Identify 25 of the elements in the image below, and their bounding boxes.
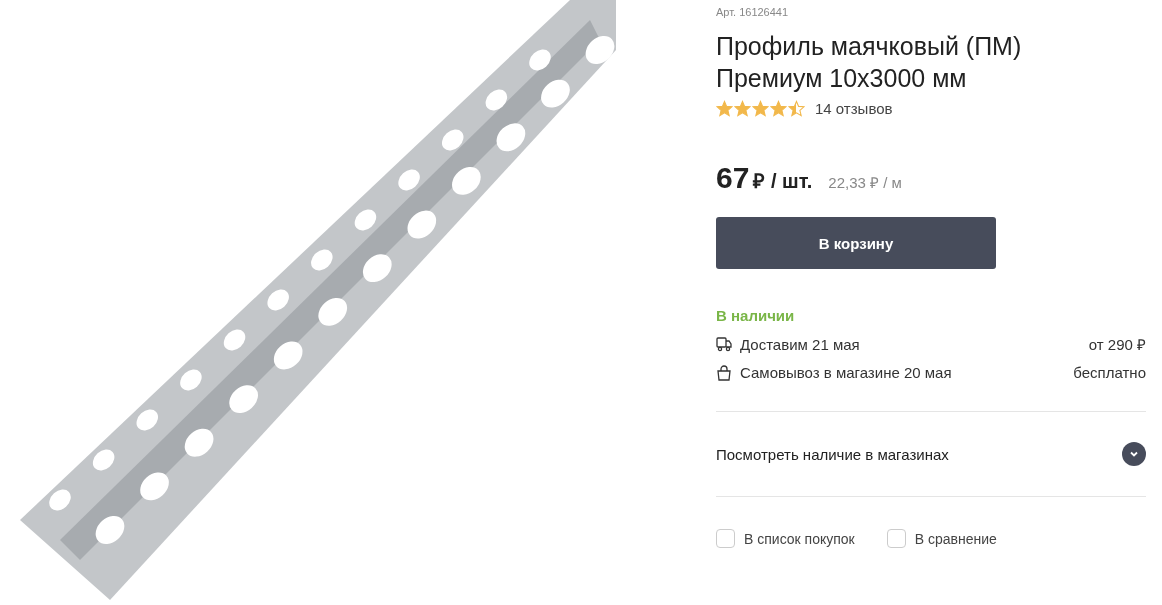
expand-button[interactable] [1122,442,1146,466]
star-icon [788,100,805,117]
availability-status: В наличии [716,307,796,324]
add-to-cart-button[interactable]: В корзину [716,217,996,269]
delivery-price: от 290 ₽ [1088,335,1146,354]
checkbox-label: В сравнение [914,530,997,547]
checkbox-label: В список покупок [744,530,855,547]
chevron-down-icon [1129,449,1139,459]
delivery-option: Доставим 21 мая [740,335,860,353]
article-number: Арт. 16126441 [716,6,790,18]
reviews-link[interactable]: 14 отзывов [815,100,893,117]
checkbox[interactable] [716,529,735,548]
store-availability-link[interactable]: Посмотреть наличие в магазинах [716,445,949,463]
price: 67₽ / шт. [716,161,813,195]
star-icon [770,100,787,117]
delivery-price: бесплатно [1073,364,1146,381]
delivery-option: Самовывоз в магазине 20 мая [740,364,952,381]
price-per-meter: 22,33 ₽ / м [828,173,902,192]
checkbox[interactable] [886,529,906,548]
star-icon [734,100,751,117]
bag-icon [716,364,732,381]
star-icon [716,100,733,117]
truck-icon [716,336,732,352]
star-icon [752,100,769,117]
product-title: Профиль маячковый (ПМ) Премиум 10х3000 мм [716,31,1023,94]
